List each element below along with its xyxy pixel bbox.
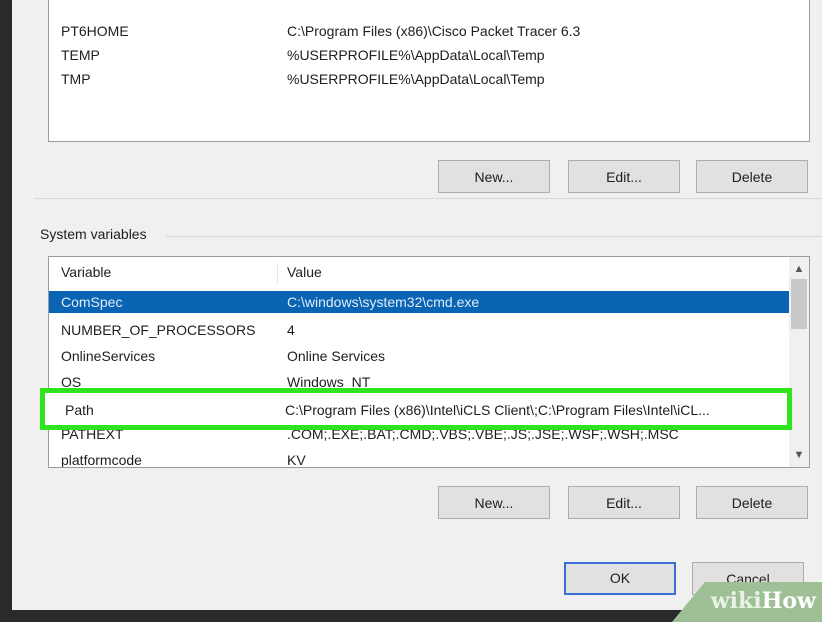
- scrollbar-thumb[interactable]: [791, 279, 807, 329]
- list-item[interactable]: ComSpec C:\windows\system32\cmd.exe: [49, 291, 789, 313]
- environment-variables-dialog: PT6HOME C:\Program Files (x86)\Cisco Pac…: [12, 0, 822, 610]
- user-edit-button[interactable]: Edit...: [568, 160, 680, 193]
- list-header: Variable Value: [49, 257, 809, 287]
- system-variables-label: System variables: [40, 226, 147, 242]
- variable-value: C:\Program Files (x86)\Intel\iCLS Client…: [285, 402, 710, 418]
- variable-name: NUMBER_OF_PROCESSORS: [61, 322, 256, 338]
- variable-name: TMP: [61, 71, 91, 87]
- logo-part-how: How: [761, 588, 816, 614]
- list-item[interactable]: TEMP %USERPROFILE%\AppData\Local\Temp: [49, 44, 809, 66]
- scroll-down-icon[interactable]: ▼: [789, 445, 809, 465]
- list-item[interactable]: PT6HOME C:\Program Files (x86)\Cisco Pac…: [49, 20, 809, 42]
- variable-value: KV: [287, 452, 306, 468]
- system-new-button[interactable]: New...: [438, 486, 550, 519]
- ok-button[interactable]: OK: [564, 562, 676, 595]
- vertical-scrollbar[interactable]: ▲ ▼: [789, 257, 809, 467]
- divider: [166, 236, 822, 237]
- variable-name: OnlineServices: [61, 348, 156, 364]
- column-separator: [277, 263, 278, 283]
- variable-value: %USERPROFILE%\AppData\Local\Temp: [287, 71, 545, 87]
- variable-name: Path: [65, 402, 94, 418]
- list-item[interactable]: TMP %USERPROFILE%\AppData\Local\Temp: [49, 68, 809, 90]
- variable-value: C:\Program Files (x86)\Cisco Packet Trac…: [287, 23, 581, 39]
- system-edit-button[interactable]: Edit...: [568, 486, 680, 519]
- path-row-highlight[interactable]: Path C:\Program Files (x86)\Intel\iCLS C…: [40, 388, 792, 430]
- logo-part-wiki: wiki: [710, 588, 762, 614]
- variable-value: 4: [287, 322, 295, 338]
- variable-value: %USERPROFILE%\AppData\Local\Temp: [287, 47, 545, 63]
- list-item[interactable]: NUMBER_OF_PROCESSORS 4: [49, 319, 809, 341]
- list-item[interactable]: OnlineServices Online Services: [49, 345, 809, 367]
- variable-name: TEMP: [61, 47, 100, 63]
- variable-name: platformcode: [61, 452, 142, 468]
- system-variables-list[interactable]: Variable Value ComSpec C:\windows\system…: [48, 256, 810, 468]
- logo-text: wikiHow: [711, 588, 816, 614]
- user-delete-button[interactable]: Delete: [696, 160, 808, 193]
- system-delete-button[interactable]: Delete: [696, 486, 808, 519]
- variable-name: PT6HOME: [61, 23, 129, 39]
- window-edge: [0, 0, 12, 610]
- variable-value: Online Services: [287, 348, 386, 364]
- user-variables-list[interactable]: PT6HOME C:\Program Files (x86)\Cisco Pac…: [48, 0, 810, 142]
- user-new-button[interactable]: New...: [438, 160, 550, 193]
- list-item[interactable]: platformcode KV: [49, 449, 809, 468]
- variable-name: ComSpec: [61, 294, 123, 310]
- column-header-variable[interactable]: Variable: [61, 257, 111, 287]
- column-header-value[interactable]: Value: [287, 257, 322, 287]
- variable-value: C:\windows\system32\cmd.exe: [287, 294, 480, 310]
- divider: [34, 198, 822, 199]
- scroll-up-icon[interactable]: ▲: [789, 259, 809, 279]
